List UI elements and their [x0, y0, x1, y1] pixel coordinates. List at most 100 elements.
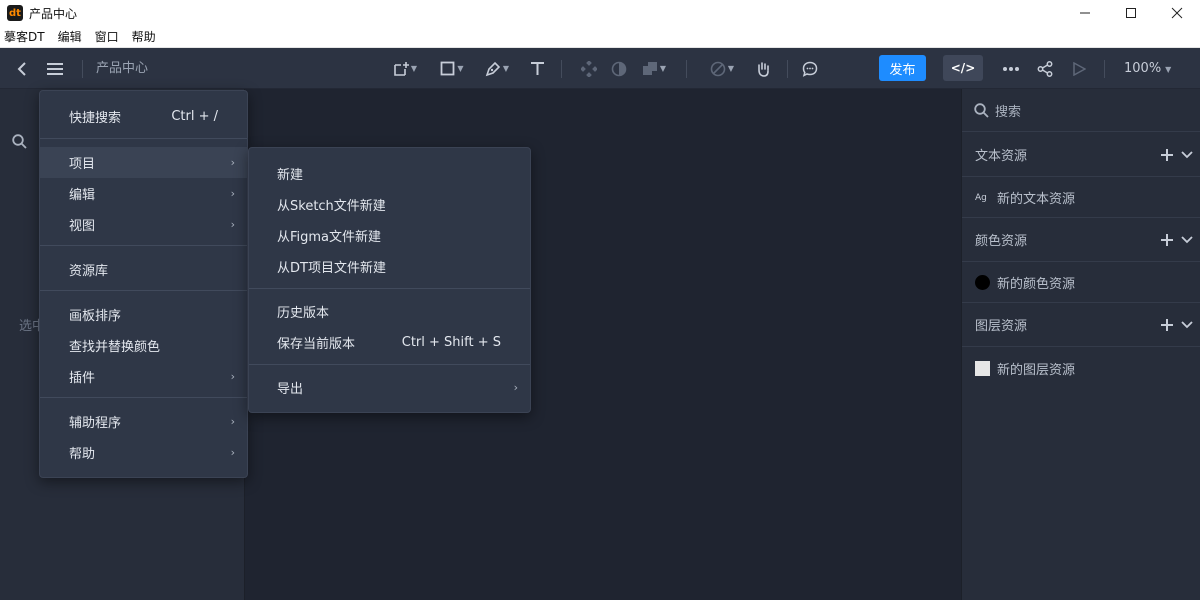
plus-icon[interactable]: [1161, 319, 1173, 331]
preview-button[interactable]: [1069, 48, 1089, 89]
menu-divider: [249, 364, 530, 365]
main-menu: 快捷搜索 Ctrl + / 项目 › 编辑 › 视图 › 资源库 画板排序 查找…: [39, 90, 248, 478]
pen-icon: [485, 61, 501, 76]
chevron-down-icon: ▼: [1165, 65, 1172, 74]
menu-item-label: 导出: [277, 382, 304, 397]
disabled-tool[interactable]: ▼: [706, 48, 738, 89]
toolbar-divider: [1104, 60, 1105, 78]
chevron-right-icon: ›: [230, 370, 235, 383]
assets-panel: 搜索 文本资源 Ag 新的文本资源 颜色资源 新的颜色资源 图层资源 新的图层资…: [961, 89, 1200, 600]
close-button[interactable]: [1154, 0, 1200, 26]
comment-tool[interactable]: [800, 48, 820, 89]
component-tool[interactable]: [580, 48, 598, 89]
menu-help[interactable]: 帮助: [132, 28, 156, 45]
menu-item-quick-search[interactable]: 快捷搜索 Ctrl + /: [40, 101, 247, 132]
asset-item-layer[interactable]: 新的图层资源: [962, 348, 1200, 388]
section-title: 图层资源: [975, 319, 1028, 334]
code-button[interactable]: </>: [943, 55, 983, 81]
shortcut-label: Ctrl + Shift + S: [401, 335, 501, 350]
rectangle-icon: [441, 61, 455, 76]
app-logo: dt: [7, 5, 23, 21]
chevron-left-icon: [17, 61, 26, 76]
toolbar-divider: [686, 60, 687, 78]
menu-item-find-replace-color[interactable]: 查找并替换颜色: [40, 330, 247, 361]
rectangle-tool[interactable]: ▼: [436, 48, 468, 89]
menu-item-label: 辅助程序: [69, 416, 122, 431]
menu-edit[interactable]: 编辑: [58, 28, 82, 45]
search-icon: [974, 102, 989, 118]
close-icon: [1171, 7, 1183, 19]
maximize-button[interactable]: [1108, 0, 1154, 26]
menu-divider: [40, 245, 247, 246]
main-menu-button[interactable]: [44, 48, 66, 89]
menu-item-export[interactable]: 导出 ›: [249, 372, 530, 403]
toolbar-divider: [82, 60, 83, 78]
menu-window[interactable]: 窗口: [95, 28, 119, 45]
menu-item-version-history[interactable]: 历史版本: [249, 296, 530, 327]
menu-item-label: 从Figma文件新建: [277, 230, 382, 245]
chevron-down-icon[interactable]: [1181, 321, 1193, 329]
menu-item-label: 资源库: [69, 264, 109, 279]
mask-tool[interactable]: [610, 48, 628, 89]
text-style-icon: Ag: [975, 192, 987, 203]
chevron-down-icon: ▼: [502, 64, 510, 73]
layers-search[interactable]: [12, 134, 27, 153]
chevron-right-icon: ›: [230, 187, 235, 200]
menu-item-library[interactable]: 资源库: [40, 254, 247, 285]
hand-icon: [758, 61, 769, 77]
back-button[interactable]: [12, 48, 32, 89]
asset-item-text[interactable]: Ag 新的文本资源: [962, 178, 1200, 218]
pen-tool[interactable]: ▼: [481, 48, 513, 89]
section-text-assets[interactable]: 文本资源: [962, 133, 1200, 177]
menu-item-save-version[interactable]: 保存当前版本 Ctrl + Shift + S: [249, 327, 530, 358]
plus-icon[interactable]: [1161, 234, 1173, 246]
section-color-assets[interactable]: 颜色资源: [962, 218, 1200, 262]
zoom-select[interactable]: 100% ▼: [1124, 48, 1171, 89]
assets-search[interactable]: 搜索: [962, 89, 1200, 132]
menu-item-project[interactable]: 项目 ›: [40, 147, 247, 178]
document-name[interactable]: 产品中心: [96, 48, 148, 89]
minimize-button[interactable]: [1062, 0, 1108, 26]
menu-divider: [40, 138, 247, 139]
menu-item-label: 视图: [69, 219, 96, 234]
plus-icon[interactable]: [1161, 149, 1173, 161]
chevron-right-icon: ›: [230, 415, 235, 428]
share-icon: [1037, 60, 1053, 77]
chevron-down-icon: ▼: [410, 64, 418, 73]
play-icon: [1073, 61, 1086, 76]
hand-tool[interactable]: [753, 48, 773, 89]
window-controls: [1062, 0, 1200, 26]
menu-item-new-from-figma[interactable]: 从Figma文件新建: [249, 220, 530, 251]
menu-item-edit[interactable]: 编辑 ›: [40, 178, 247, 209]
menu-item-plugins[interactable]: 插件 ›: [40, 361, 247, 392]
menu-item-label: 快捷搜索: [69, 111, 122, 126]
asset-item-color[interactable]: 新的颜色资源: [962, 263, 1200, 303]
chevron-down-icon[interactable]: [1181, 151, 1193, 159]
shortcut-label: Ctrl + /: [171, 109, 218, 124]
menu-item-new-from-sketch[interactable]: 从Sketch文件新建: [249, 189, 530, 220]
artboard-icon: [394, 61, 409, 76]
prohibited-icon: [710, 61, 726, 76]
artboard-tool[interactable]: ▼: [389, 48, 421, 89]
more-button[interactable]: [1000, 48, 1022, 89]
menu-app[interactable]: 摹客DT: [4, 28, 45, 45]
text-tool[interactable]: [528, 48, 546, 89]
toolbar: 产品中心 ▼ ▼ ▼ ▼ ▼: [0, 48, 1200, 89]
menu-item-label: 项目: [69, 157, 96, 172]
section-title: 颜色资源: [975, 234, 1028, 249]
menu-item-help[interactable]: 帮助 ›: [40, 437, 247, 468]
share-button[interactable]: [1035, 48, 1055, 89]
menu-item-new[interactable]: 新建: [249, 158, 530, 189]
asset-label: 新的颜色资源: [997, 277, 1076, 292]
menu-item-view[interactable]: 视图 ›: [40, 209, 247, 240]
menu-item-new-from-dt[interactable]: 从DT项目文件新建: [249, 251, 530, 282]
menu-item-helpers[interactable]: 辅助程序 ›: [40, 406, 247, 437]
section-layer-assets[interactable]: 图层资源: [962, 303, 1200, 347]
publish-button[interactable]: 发布: [879, 55, 926, 81]
minimize-icon: [1080, 12, 1090, 14]
menu-item-artboard-sort[interactable]: 画板排序: [40, 299, 247, 330]
chevron-down-icon[interactable]: [1181, 236, 1193, 244]
menu-item-label: 插件: [69, 371, 96, 386]
boolean-tool[interactable]: ▼: [638, 48, 670, 89]
toolbar-divider: [561, 60, 562, 78]
